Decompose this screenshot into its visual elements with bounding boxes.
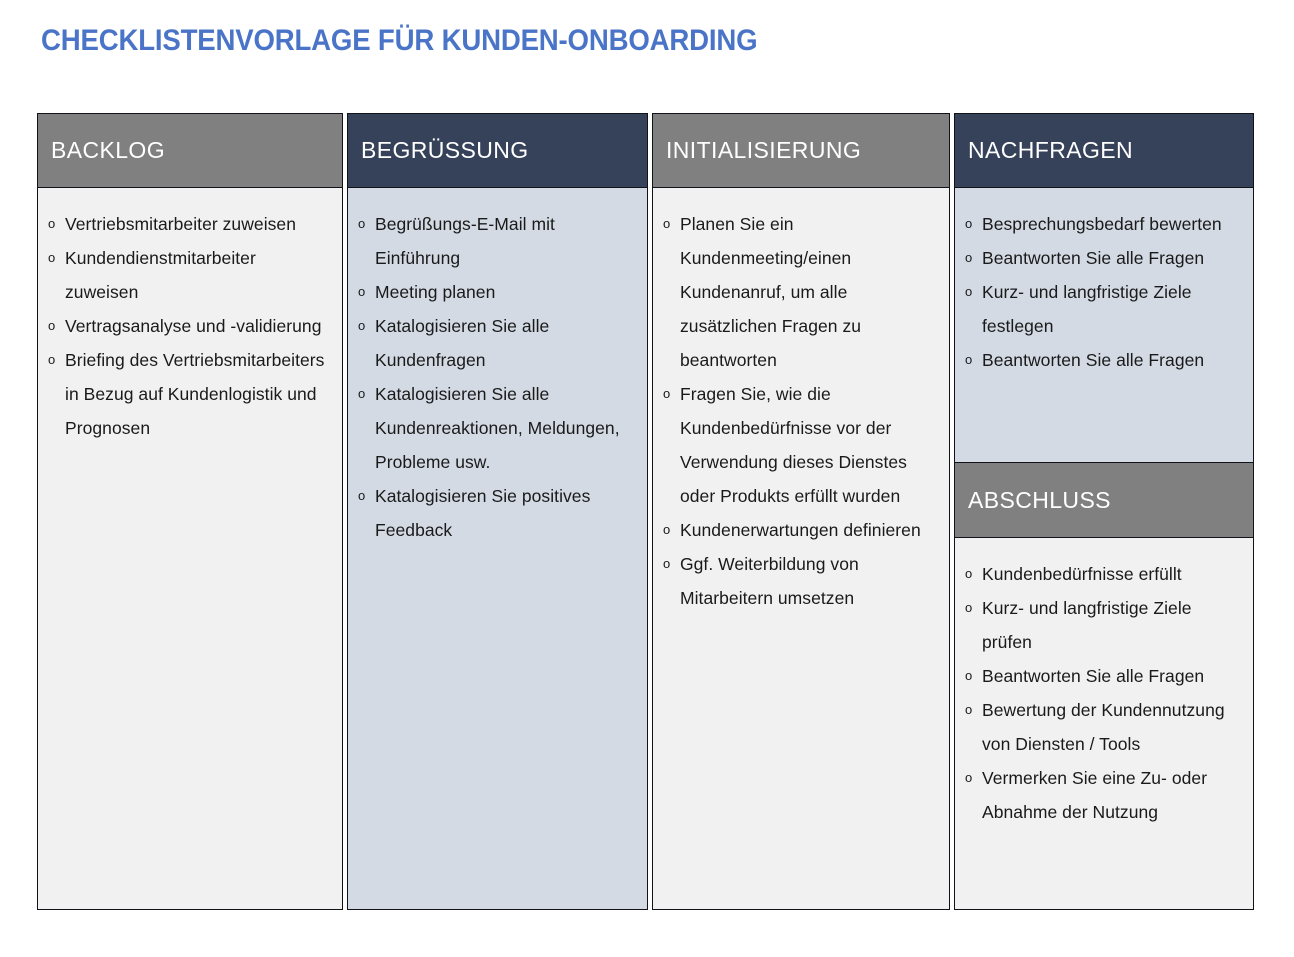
list-item[interactable]: Kundenbedürfnisse erfüllt xyxy=(963,557,1245,591)
column-nachfragen: NACHFRAGEN Besprechungsbedarf bewerten B… xyxy=(954,113,1254,910)
list-item[interactable]: Vermerken Sie eine Zu- oder Abnahme der … xyxy=(963,761,1245,829)
list-item[interactable]: Kurz- und langfristige Ziele prüfen xyxy=(963,591,1245,659)
list-item[interactable]: Besprechungsbedarf bewerten xyxy=(963,207,1245,241)
page-title: CHECKLISTENVORLAGE FÜR KUNDEN-ONBOARDING xyxy=(41,24,758,57)
list-item[interactable]: Katalogisieren Sie positives Feedback xyxy=(356,479,639,547)
list-item[interactable]: Kundenerwartungen definieren xyxy=(661,513,941,547)
list-item[interactable]: Vertriebsmitarbeiter zuweisen xyxy=(46,207,334,241)
list-item[interactable]: Kundendienstmitarbeiter zuweisen xyxy=(46,241,334,309)
column-initialisierung: INITIALISIERUNG Planen Sie ein Kundenmee… xyxy=(651,113,950,910)
column-header-backlog: BACKLOG xyxy=(38,114,342,188)
section-body-abschluss: Kundenbedürfnisse erfüllt Kurz- und lang… xyxy=(955,538,1253,909)
column-backlog: BACKLOG Vertriebsmitarbeiter zuweisen Ku… xyxy=(37,113,343,910)
list-item[interactable]: Beantworten Sie alle Fragen xyxy=(963,659,1245,693)
column-header-initialisierung: INITIALISIERUNG xyxy=(652,114,949,188)
list-item[interactable]: Katalogisieren Sie alle Kundenfragen xyxy=(356,309,639,377)
checklist-page: CHECKLISTENVORLAGE FÜR KUNDEN-ONBOARDING… xyxy=(0,0,1294,957)
column-body-backlog: Vertriebsmitarbeiter zuweisen Kundendien… xyxy=(38,188,342,909)
list-item[interactable]: Ggf. Weiterbildung von Mitarbeitern umse… xyxy=(661,547,941,615)
list-item[interactable]: Beantworten Sie alle Fragen xyxy=(963,343,1245,377)
list-item[interactable]: Katalogisieren Sie alle Kundenreaktionen… xyxy=(356,377,639,479)
list-item[interactable]: Vertragsanalyse und -validierung xyxy=(46,309,334,343)
checklist-begruessung: Begrüßungs-E-Mail mit Einführung Meeting… xyxy=(356,207,639,547)
checklist-nachfragen: Besprechungsbedarf bewerten Beantworten … xyxy=(963,207,1245,377)
column-body-nachfragen: Besprechungsbedarf bewerten Beantworten … xyxy=(955,188,1253,462)
section-header-abschluss: ABSCHLUSS xyxy=(955,462,1253,538)
column-body-initialisierung: Planen Sie ein Kundenmeeting/einen Kunde… xyxy=(652,188,949,909)
list-item[interactable]: Planen Sie ein Kundenmeeting/einen Kunde… xyxy=(661,207,941,377)
column-body-begruessung: Begrüßungs-E-Mail mit Einführung Meeting… xyxy=(347,188,647,909)
list-item[interactable]: Kurz- und langfristige Ziele festlegen xyxy=(963,275,1245,343)
list-item[interactable]: Fragen Sie, wie die Kundenbedürfnisse vo… xyxy=(661,377,941,513)
list-item[interactable]: Bewertung der Kundennutzung von Diensten… xyxy=(963,693,1245,761)
checklist-backlog: Vertriebsmitarbeiter zuweisen Kundendien… xyxy=(46,207,334,445)
column-header-nachfragen: NACHFRAGEN xyxy=(955,114,1253,188)
list-item[interactable]: Beantworten Sie alle Fragen xyxy=(963,241,1245,275)
list-item[interactable]: Meeting planen xyxy=(356,275,639,309)
checklist-abschluss: Kundenbedürfnisse erfüllt Kurz- und lang… xyxy=(963,557,1245,829)
onboarding-board: BACKLOG Vertriebsmitarbeiter zuweisen Ku… xyxy=(37,113,1254,910)
list-item[interactable]: Briefing des Vertriebsmitarbeiters in Be… xyxy=(46,343,334,445)
column-header-begruessung: BEGRÜSSUNG xyxy=(347,114,647,188)
column-begruessung: BEGRÜSSUNG Begrüßungs-E-Mail mit Einführ… xyxy=(346,113,648,910)
list-item[interactable]: Begrüßungs-E-Mail mit Einführung xyxy=(356,207,639,275)
checklist-initialisierung: Planen Sie ein Kundenmeeting/einen Kunde… xyxy=(661,207,941,615)
